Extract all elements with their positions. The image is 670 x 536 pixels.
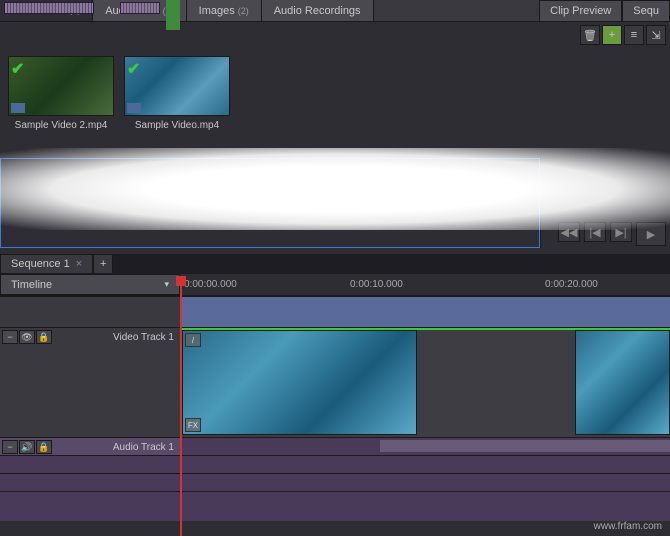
media-item[interactable]: ✔ Sample Video.mp4 [124, 56, 230, 150]
clip-tool-button[interactable]: / [185, 333, 201, 347]
track-body[interactable] [180, 474, 670, 491]
track-header [0, 474, 180, 491]
collapse-icon: ⇲ [651, 29, 660, 42]
lock-button[interactable]: 🔒 [36, 440, 52, 454]
sequence-tab[interactable]: Sequence 1 × [0, 254, 93, 274]
track-body[interactable] [180, 438, 670, 455]
level-slider[interactable] [120, 2, 160, 14]
preview-controls-area: ◀◀ |◀ ▶| ▶ [540, 158, 670, 248]
collapse-track-button[interactable]: − [2, 330, 18, 344]
track-buttons: − 👁 🔒 [0, 328, 54, 437]
mute-button[interactable]: 🔊 [19, 440, 35, 454]
track-body[interactable]: / FX [180, 328, 670, 437]
audio-subtrack [0, 491, 670, 521]
add-sequence-button[interactable]: + [93, 254, 113, 274]
media-bin-area: 🗑 + ≡ ⇲ ✔ Sample Video 2.mp4 ✔ Sample Vi… [0, 22, 670, 158]
timeline-header: Timeline ▾ 0:00:00.000 0:00:10.000 0:00:… [0, 274, 670, 296]
media-thumbnail: ✔ [124, 56, 230, 116]
track-body[interactable] [180, 456, 670, 473]
track-header [0, 297, 180, 327]
media-filename: Sample Video.mp4 [124, 120, 230, 131]
sequence-tabs: Sequence 1 × + [0, 254, 670, 274]
tab-images[interactable]: Images (2) [187, 0, 262, 21]
media-bin: ✔ Sample Video 2.mp4 ✔ Sample Video.mp4 [0, 48, 670, 158]
track-body[interactable] [180, 492, 670, 521]
first-frame-button[interactable]: ◀◀ [558, 222, 580, 242]
timeline-ruler[interactable]: 0:00:00.000 0:00:10.000 0:00:20.000 [180, 274, 670, 295]
audio-track: − 🔊 🔒 Audio Track 1 [0, 437, 670, 455]
tab-label: Images [199, 5, 235, 17]
time-marker: 0:00:00.000 [184, 279, 237, 290]
close-icon[interactable]: × [76, 258, 82, 270]
watermark: www.frfam.com [594, 521, 662, 532]
track-header: − 👁 🔒 Video Track 1 [0, 328, 180, 437]
check-icon: ✔ [127, 59, 140, 79]
sequence-tab-label: Sequence 1 [11, 258, 70, 270]
level-slider[interactable] [4, 2, 94, 14]
next-icon: ▶| [615, 226, 626, 239]
list-view-button[interactable]: ≡ [624, 25, 644, 45]
timeline-label: Timeline [11, 279, 52, 291]
preview-viewport[interactable] [0, 158, 540, 248]
video-clip[interactable]: / FX [182, 330, 417, 435]
playback-controls: ◀◀ |◀ ▶| ▶ [558, 222, 666, 246]
collapse-track-button[interactable]: − [2, 440, 18, 454]
play-icon: ▶ [647, 228, 655, 241]
preview-tabs: Clip Preview Sequ [539, 0, 670, 22]
tab-label: Audio Recordings [274, 5, 361, 17]
media-thumbnail: ✔ [8, 56, 114, 116]
track-body[interactable] [180, 297, 670, 327]
playhead[interactable] [180, 280, 182, 536]
film-icon [127, 103, 141, 113]
audio-clip[interactable] [380, 440, 670, 452]
lock-button[interactable]: 🔒 [36, 330, 52, 344]
media-filename: Sample Video 2.mp4 [8, 120, 114, 131]
tab-count: (2) [238, 6, 249, 16]
add-icon: + [609, 29, 615, 41]
tab-clip-preview[interactable]: Clip Preview [539, 0, 622, 22]
delete-button[interactable]: 🗑 [580, 25, 600, 45]
time-marker: 0:00:10.000 [350, 279, 403, 290]
media-item[interactable]: ✔ Sample Video 2.mp4 [8, 56, 114, 150]
clip-fx-button[interactable]: FX [185, 418, 201, 432]
media-toolbar: 🗑 + ≡ ⇲ [0, 22, 670, 48]
trash-icon: 🗑 [583, 29, 597, 42]
next-frame-button[interactable]: ▶| [610, 222, 632, 242]
marker-block [166, 0, 180, 30]
tab-audio-recordings[interactable]: Audio Recordings [262, 0, 374, 21]
visibility-button[interactable]: 👁 [19, 330, 35, 344]
audio-subtrack [0, 455, 670, 473]
spacer-track [0, 296, 670, 327]
track-header [0, 492, 180, 521]
preview-area: ◀◀ |◀ ▶| ▶ [0, 158, 670, 248]
time-marker: 0:00:20.000 [545, 279, 598, 290]
video-track: − 👁 🔒 Video Track 1 / FX [0, 327, 670, 437]
track-label: Audio Track 1 [54, 438, 180, 455]
list-icon: ≡ [631, 29, 637, 41]
add-media-button[interactable]: + [602, 25, 622, 45]
collapse-button[interactable]: ⇲ [646, 25, 666, 45]
prev-frame-button[interactable]: |◀ [584, 222, 606, 242]
prev-icon: |◀ [589, 226, 600, 239]
audio-subtrack [0, 473, 670, 491]
play-button[interactable]: ▶ [636, 222, 666, 246]
track-header: − 🔊 🔒 Audio Track 1 [0, 438, 180, 455]
track-label: Video Track 1 [54, 328, 180, 437]
film-icon [11, 103, 25, 113]
check-icon: ✔ [11, 59, 24, 79]
video-clip[interactable] [575, 330, 670, 435]
track-header [0, 456, 180, 473]
track-buttons: − 🔊 🔒 [0, 438, 54, 455]
tab-sequence-preview[interactable]: Sequ [622, 0, 670, 22]
chevron-down-icon: ▾ [164, 279, 169, 290]
timeline-dropdown[interactable]: Timeline ▾ [0, 274, 180, 295]
first-icon: ◀◀ [561, 226, 578, 239]
